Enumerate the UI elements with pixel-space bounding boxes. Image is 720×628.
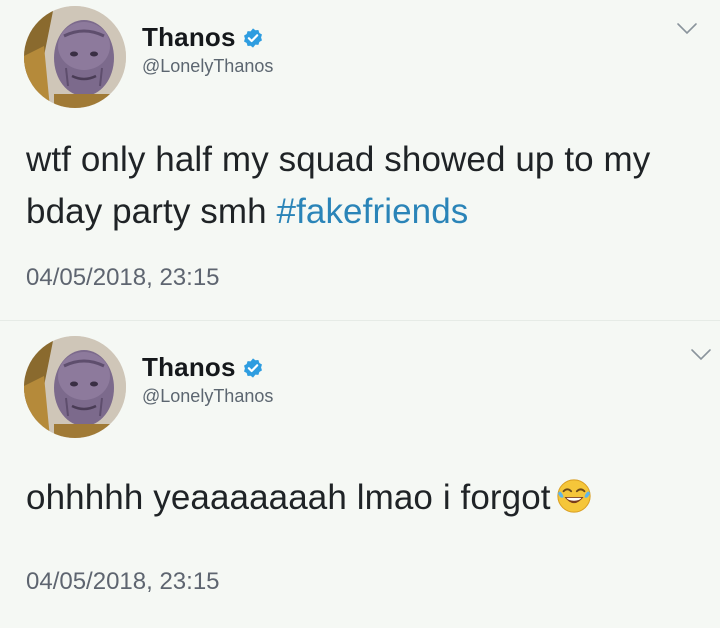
author-row: Thanos: [142, 352, 264, 383]
tweet-body: ohhhhh yeaaaaaaah lmao i forgot: [26, 478, 551, 517]
author-row: Thanos: [142, 22, 264, 53]
display-name[interactable]: Thanos: [142, 22, 236, 53]
tweet-card[interactable]: Thanos @LonelyThanos ohhhhh yeaaaaaaah l…: [0, 322, 720, 628]
verified-badge-icon: [242, 27, 264, 49]
avatar-image: [24, 6, 126, 108]
chevron-down-icon[interactable]: [690, 348, 712, 362]
avatar[interactable]: [24, 6, 126, 108]
tweet-text: ohhhhh yeaaaaaaah lmao i forgot: [26, 472, 716, 524]
hashtag-link[interactable]: #fakefriends: [277, 192, 469, 231]
timestamp[interactable]: 04/05/2018, 23:15: [26, 264, 220, 292]
chevron-down-icon[interactable]: [676, 22, 698, 36]
avatar[interactable]: [24, 336, 126, 438]
divider: [0, 320, 720, 321]
tweet-text: wtf only half my squad showed up to my b…: [26, 134, 706, 238]
display-name[interactable]: Thanos: [142, 352, 236, 383]
tweet-card[interactable]: Thanos @LonelyThanos wtf only half my sq…: [0, 0, 720, 320]
handle[interactable]: @LonelyThanos: [142, 386, 273, 407]
avatar-image: [24, 336, 126, 438]
verified-badge-icon: [242, 357, 264, 379]
timestamp[interactable]: 04/05/2018, 23:15: [26, 568, 220, 596]
handle[interactable]: @LonelyThanos: [142, 56, 273, 77]
face-with-tears-of-joy-emoji: [555, 477, 593, 515]
